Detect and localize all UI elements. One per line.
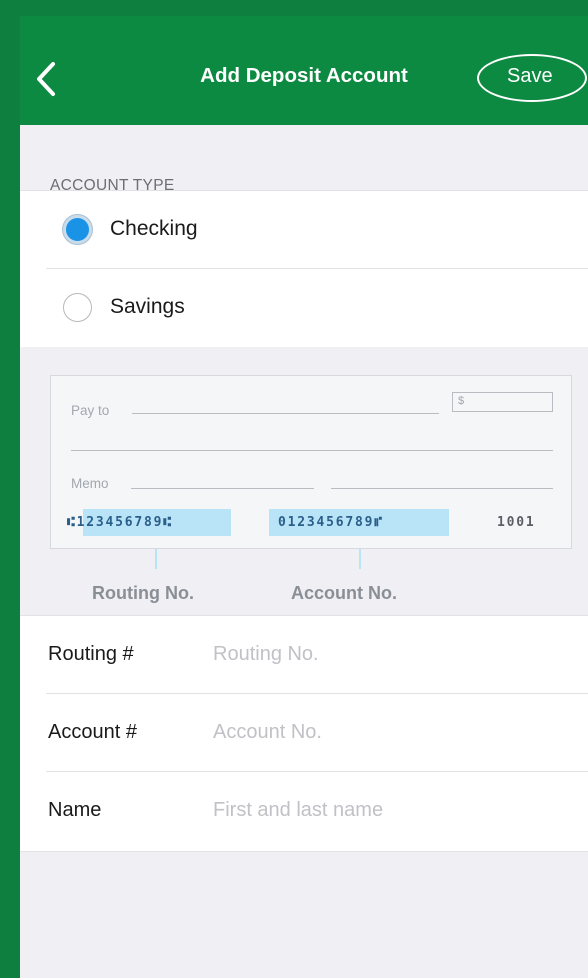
add-deposit-account-screen: Add Deposit Account Save ACCOUNT TYPE Ch… <box>20 16 588 978</box>
account-number-input[interactable] <box>213 712 573 752</box>
routing-number-label: Routing # <box>48 643 134 665</box>
routing-number-row: Routing # <box>20 616 588 693</box>
name-row: Name <box>20 772 588 849</box>
check-memo-label: Memo <box>71 476 109 491</box>
check-signature-line <box>331 488 553 489</box>
account-number-caption: Account No. <box>291 583 397 603</box>
account-leader-line <box>359 549 361 569</box>
check-routing-micr: ⑆123456789⑆ <box>67 515 173 530</box>
check-pay-to-line <box>132 413 439 414</box>
account-details-form: Routing # Account # Name <box>20 615 588 852</box>
check-memo-line <box>131 488 314 489</box>
routing-leader-line <box>155 549 157 569</box>
check-amount-box: $ <box>452 392 553 412</box>
account-number-row: Account # <box>20 694 588 771</box>
save-button-label: Save <box>507 65 553 87</box>
save-button[interactable]: Save <box>477 54 588 102</box>
check-account-micr: 0123456789⑈ <box>278 515 384 530</box>
account-type-group: Checking Savings <box>20 190 588 348</box>
name-input[interactable] <box>213 790 573 830</box>
sample-check-image: Pay to $ Memo ⑆123456789⑆ 0123456789⑈ 10… <box>50 375 572 549</box>
routing-number-input[interactable] <box>213 634 573 674</box>
navigation-bar: Add Deposit Account Save <box>20 16 588 125</box>
account-number-label: Account # <box>48 721 137 743</box>
routing-number-caption: Routing No. <box>92 583 194 603</box>
device-frame-left <box>0 0 20 978</box>
check-dollar-sign: $ <box>458 395 465 407</box>
account-type-option-checking[interactable]: Checking <box>20 191 588 268</box>
check-number-micr: 1001 <box>497 515 536 530</box>
account-type-label: Savings <box>110 295 185 318</box>
name-label: Name <box>48 799 102 821</box>
check-illustration-area: Pay to $ Memo ⑆123456789⑆ 0123456789⑈ 10… <box>20 347 588 615</box>
account-type-label: Checking <box>110 217 198 240</box>
radio-unselected-icon[interactable] <box>63 293 92 322</box>
device-frame-top <box>0 0 588 16</box>
check-pay-to-label: Pay to <box>71 403 110 418</box>
check-amount-words-line <box>71 450 553 451</box>
account-type-option-savings[interactable]: Savings <box>20 269 588 346</box>
radio-selected-icon[interactable] <box>63 215 92 244</box>
